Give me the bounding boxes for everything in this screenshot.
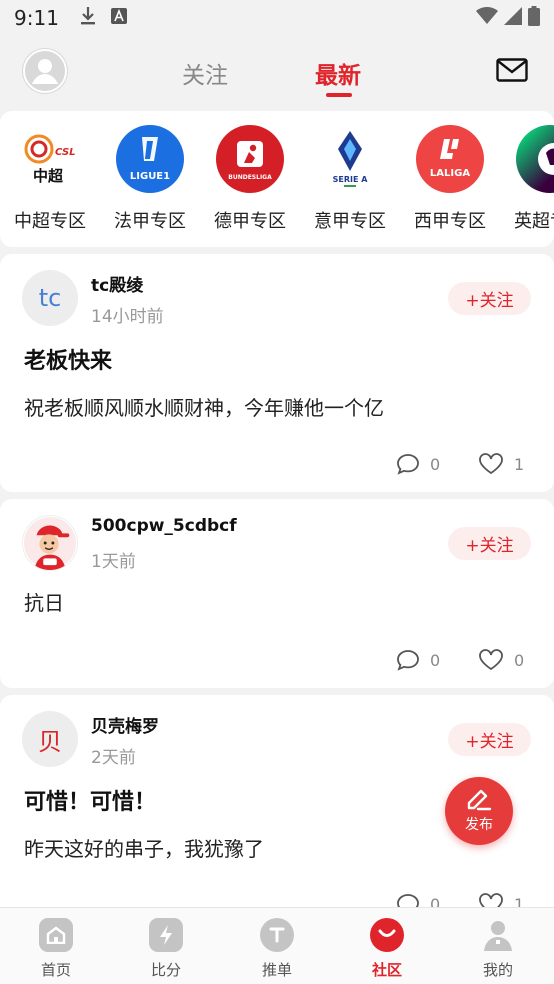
bottom-nav: 首页 比分 推单 社区 我的 xyxy=(0,907,554,984)
heart-icon xyxy=(479,453,503,475)
tab-active-indicator xyxy=(326,93,352,97)
follow-button[interactable]: +关注 xyxy=(448,723,531,756)
battery-icon xyxy=(528,6,540,30)
laliga-logo: LALIGA xyxy=(416,125,484,193)
mascot-avatar-icon xyxy=(23,516,77,570)
publish-button[interactable]: 发布 xyxy=(445,777,513,845)
wifi-icon xyxy=(476,6,498,29)
follow-button[interactable]: +关注 xyxy=(448,282,531,315)
post-body: 祝老板顺风顺水顺财神，今年赚他一个亿 xyxy=(24,396,384,420)
author-name[interactable]: 贝壳梅罗 xyxy=(91,712,159,737)
tab-follow[interactable]: 关注 xyxy=(182,56,228,90)
nav-label: 社区 xyxy=(371,961,402,979)
league-name: 意甲专区 xyxy=(314,211,386,232)
laliga-logo-text: LALIGA xyxy=(430,168,470,179)
person-icon xyxy=(481,918,515,952)
comment-stat[interactable]: 0 xyxy=(396,649,440,671)
nav-item-me[interactable]: 我的 xyxy=(458,918,538,980)
community-smile-icon xyxy=(370,918,404,952)
signal-icon xyxy=(504,7,522,29)
league-name: 英超专区 xyxy=(514,211,554,232)
tips-t-icon xyxy=(260,918,294,952)
bundesliga-logo-text: BUNDESLIGA xyxy=(228,174,272,181)
csl-logo-sub: CSL xyxy=(55,147,76,158)
league-name: 西甲专区 xyxy=(414,211,486,232)
csl-logo: CSL 中超 xyxy=(16,125,84,193)
pen-icon xyxy=(467,789,492,811)
comment-stat[interactable]: 0 xyxy=(396,453,440,475)
like-stat[interactable]: 0 xyxy=(478,649,524,671)
my-avatar[interactable] xyxy=(22,48,68,94)
league-item-bundesliga[interactable]: BUNDESLIGA 德甲专区 xyxy=(200,125,300,233)
bundesliga-logo: BUNDESLIGA xyxy=(216,125,284,193)
status-right-icons xyxy=(476,6,540,30)
status-time: 9:11 xyxy=(14,6,59,30)
heart-icon xyxy=(479,649,503,671)
follow-button[interactable]: +关注 xyxy=(448,527,531,560)
comment-icon xyxy=(397,650,419,671)
status-bar: 9:11 xyxy=(0,0,554,36)
like-count: 1 xyxy=(514,454,525,474)
user-placeholder-icon xyxy=(23,49,67,93)
lightning-icon xyxy=(149,918,183,952)
like-count: 0 xyxy=(514,650,525,670)
premier-league-logo xyxy=(516,125,554,193)
author-avatar[interactable] xyxy=(22,515,78,571)
comment-count: 0 xyxy=(430,650,441,670)
seriea-logo-text: SERIE A xyxy=(333,175,369,184)
league-strip: CSL 中超 中超专区 LIGUE1 法甲专区 BUNDESLIGA 德甲专区 xyxy=(0,111,554,247)
post-card[interactable]: 500cpw_5cdbcf 1天前 +关注 抗日 0 0 xyxy=(0,499,554,688)
avatar-initials: tc xyxy=(38,284,62,312)
league-item-ligue1[interactable]: LIGUE1 法甲专区 xyxy=(100,125,200,233)
mail-icon xyxy=(496,58,528,82)
keyboard-a-icon xyxy=(110,8,127,28)
author-name[interactable]: 500cpw_5cdbcf xyxy=(91,516,237,536)
post-time: 2天前 xyxy=(91,748,136,768)
league-item-seriea[interactable]: SERIE A 意甲专区 xyxy=(300,125,400,233)
league-name: 德甲专区 xyxy=(214,211,286,232)
post-body: 昨天这好的串子，我犹豫了 xyxy=(24,837,264,861)
top-nav: 关注 最新 xyxy=(0,36,554,108)
nav-item-scores[interactable]: 比分 xyxy=(126,918,206,980)
league-item-premier-league[interactable]: 英超专区 xyxy=(500,125,554,233)
avatar-initials: 贝 xyxy=(38,727,62,756)
mail-button[interactable] xyxy=(496,58,528,82)
nav-label: 我的 xyxy=(482,961,513,979)
nav-item-community[interactable]: 社区 xyxy=(347,918,427,980)
home-icon xyxy=(39,918,73,952)
post-title: 老板快来 xyxy=(24,349,113,374)
ligue1-logo-text: LIGUE1 xyxy=(130,171,170,182)
post-time: 1天前 xyxy=(91,552,136,572)
ligue1-logo: LIGUE1 xyxy=(116,125,184,193)
nav-label: 推单 xyxy=(261,961,292,979)
league-name: 中超专区 xyxy=(14,211,86,232)
post-title: 可惜！可惜！ xyxy=(24,790,157,815)
comment-count: 0 xyxy=(430,454,441,474)
league-item-csl[interactable]: CSL 中超 中超专区 xyxy=(0,125,100,233)
nav-item-home[interactable]: 首页 xyxy=(16,918,96,980)
author-name[interactable]: tc殿绫 xyxy=(91,271,143,296)
nav-item-tips[interactable]: 推单 xyxy=(237,918,317,980)
post-card[interactable]: tc tc殿绫 14小时前 +关注 老板快来 祝老板顺风顺水顺财神，今年赚他一个… xyxy=(0,254,554,492)
league-item-laliga[interactable]: LALIGA 西甲专区 xyxy=(400,125,500,233)
download-icon xyxy=(79,6,97,30)
publish-label: 发布 xyxy=(465,817,493,833)
post-time: 14小时前 xyxy=(91,307,164,327)
comment-icon xyxy=(397,454,419,475)
csl-logo-text: 中超 xyxy=(33,167,64,185)
league-name: 法甲专区 xyxy=(114,211,186,232)
author-avatar[interactable]: 贝 xyxy=(22,711,78,767)
tab-latest[interactable]: 最新 xyxy=(315,56,361,90)
like-stat[interactable]: 1 xyxy=(478,453,524,475)
author-avatar[interactable]: tc xyxy=(22,270,78,326)
post-body: 抗日 xyxy=(24,591,64,615)
nav-label: 首页 xyxy=(40,961,71,979)
nav-label: 比分 xyxy=(150,961,181,979)
seriea-logo: SERIE A xyxy=(316,125,384,193)
